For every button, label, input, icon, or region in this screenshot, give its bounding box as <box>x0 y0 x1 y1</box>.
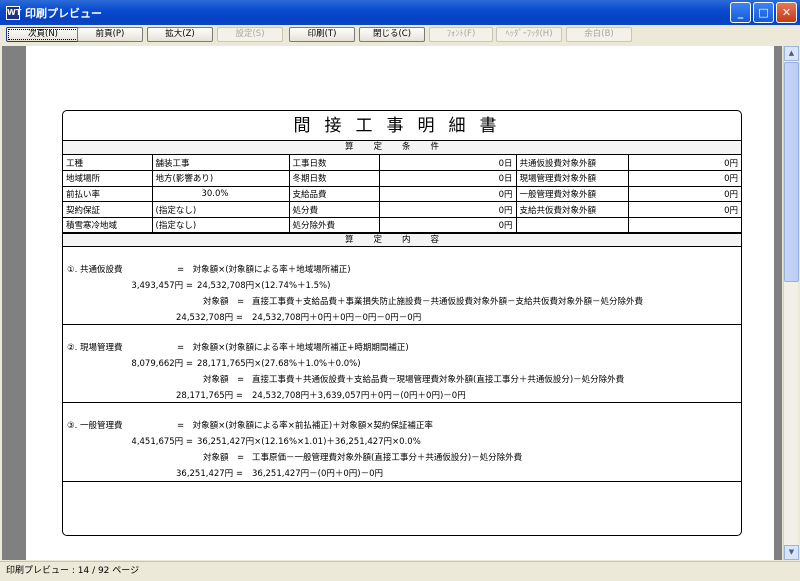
base-formula: 直接工事費＋支給品費＋事業損失防止施設費－共通仮設費対象外額－支給共仮費対象外額… <box>252 297 644 308</box>
font-button[interactable]: ﾌｫﾝﾄ(F) <box>429 27 493 42</box>
window-controls: _ □ ✕ <box>730 2 797 23</box>
app-icon: WT <box>6 5 21 20</box>
base-amount: 28,171,765円 = <box>176 391 243 402</box>
table-cell: 契約保証 <box>63 201 153 218</box>
calc-substituted: 24,532,708円×(12.74%＋1.5%) <box>197 281 331 292</box>
table-cell: 舗装工事 <box>152 155 290 172</box>
detail-sheet: 間接工事明細書 算定条件 工種 舗装工事 工事日数 0日 共通仮設費対象外額 0円 地域場所… <box>62 110 742 536</box>
calc-amount: 3,493,457円 = <box>131 281 193 292</box>
base-values: 36,251,427円－(0円＋0円)－0円 <box>252 469 384 480</box>
base-label: 対象額 = <box>203 453 245 464</box>
table-cell: 0円 <box>379 201 517 218</box>
minimize-icon[interactable]: _ <box>730 2 751 23</box>
table-cell <box>516 217 629 234</box>
preview-viewport[interactable]: 間接工事明細書 算定条件 工種 舗装工事 工事日数 0日 共通仮設費対象外額 0円 地域場所… <box>2 46 782 560</box>
table-cell: 共通仮設費対象外額 <box>516 155 629 172</box>
page-title: 間接工事明細書 <box>63 111 741 141</box>
table-cell: (指定なし) <box>152 217 290 234</box>
base-amount: 36,251,427円 = <box>176 469 243 480</box>
calc-amount: 8,079,662円 = <box>131 359 193 370</box>
preview-page: 間接工事明細書 算定条件 工種 舗装工事 工事日数 0日 共通仮設費対象外額 0円 地域場所… <box>26 46 774 560</box>
table-cell: 0日 <box>379 155 517 172</box>
base-formula: 直接工事費＋共通仮設費＋支給品費－現場管理費対象外額(直接工事分＋共通仮設分)－… <box>252 375 625 386</box>
calc-label: ①. 共通仮設費 <box>67 265 123 276</box>
calc-substituted: 36,251,427円×(12.16%×1.01)＋36,251,427円×0.… <box>197 437 421 448</box>
toolbar: 次頁(N) 前頁(P) 拡大(Z) 設定(S) 印刷(T) 閉じる(C) ﾌｫﾝ… <box>0 25 800 45</box>
base-values: 24,532,708円＋3,639,057円＋0円－(0円＋0円)－0円 <box>252 391 466 402</box>
print-button[interactable]: 印刷(T) <box>289 27 355 42</box>
table-cell: 0円 <box>379 186 517 203</box>
table-cell: 前払い率 <box>63 186 153 203</box>
base-label: 対象額 = <box>203 375 245 386</box>
conditions-table: 工種 舗装工事 工事日数 0日 共通仮設費対象外額 0円 地域場所 地方(影響あり) 冬期日数 0… <box>63 155 741 234</box>
close-button[interactable]: 閉じる(C) <box>359 27 425 42</box>
scroll-down-icon[interactable]: ▼ <box>784 545 799 560</box>
scroll-up-icon[interactable]: ▲ <box>784 46 799 61</box>
table-cell: 0円 <box>628 155 741 172</box>
table-row: 工種 舗装工事 工事日数 0日 共通仮設費対象外額 0円 <box>63 155 741 172</box>
window-title: 印刷プレビュー <box>25 6 102 20</box>
calc-formula: = 対象額×(対象額による率＋地域場所補正) <box>177 265 351 276</box>
calc-label: ③. 一般管理費 <box>67 421 123 432</box>
calc-block: ①. 共通仮設費 = 対象額×(対象額による率＋地域場所補正) 3,493,457円… <box>63 247 741 326</box>
vertical-scrollbar[interactable]: ▲ ▼ <box>783 46 799 560</box>
table-cell: 30.0% <box>152 186 290 203</box>
calc-amount: 4,451,675円 = <box>131 437 193 448</box>
scroll-thumb[interactable] <box>784 62 799 282</box>
maximize-icon[interactable]: □ <box>753 2 774 23</box>
table-cell: 地域場所 <box>63 170 153 187</box>
table-cell: 0円 <box>628 170 741 187</box>
contents-header: 算定内容 <box>63 233 741 248</box>
settings-button[interactable]: 設定(S) <box>217 27 283 42</box>
table-row: 積雪寒冷地域 (指定なし) 処分除外費 0円 <box>63 217 741 234</box>
status-bar: 印刷プレビュー : 14 / 92 ページ <box>0 561 800 581</box>
table-cell: 支給共仮費対象外額 <box>516 201 629 218</box>
calc-block: ②. 現場管理費 = 対象額×(対象額による率＋地域場所補正+時期期間補正) 8,0… <box>63 325 741 404</box>
margin-button[interactable]: 余白(B) <box>566 27 632 42</box>
table-cell: 支給品費 <box>289 186 380 203</box>
table-cell: 0円 <box>628 201 741 218</box>
table-cell: 0円 <box>379 217 517 234</box>
title-bar[interactable]: WT 印刷プレビュー _ □ ✕ <box>0 0 800 25</box>
base-label: 対象額 = <box>203 297 245 308</box>
close-icon[interactable]: ✕ <box>776 2 797 23</box>
table-row: 地域場所 地方(影響あり) 冬期日数 0日 現場管理費対象外額 0円 <box>63 170 741 187</box>
calc-block: ③. 一般管理費 = 対象額×(対象額による率×前払補正)＋対象額×契約保証補正率… <box>63 403 741 483</box>
base-amount: 24,532,708円 = <box>176 313 243 324</box>
table-cell: 0円 <box>628 186 741 203</box>
conditions-header: 算定条件 <box>63 141 741 155</box>
table-cell: 0日 <box>379 170 517 187</box>
table-row: 前払い率 30.0% 支給品費 0円 一般管理費対象外額 0円 <box>63 186 741 203</box>
calc-formula: = 対象額×(対象額による率×前払補正)＋対象額×契約保証補正率 <box>177 421 433 432</box>
calc-label: ②. 現場管理費 <box>67 343 123 354</box>
calc-formula: = 対象額×(対象額による率＋地域場所補正+時期期間補正) <box>177 343 409 354</box>
table-cell: 一般管理費対象外額 <box>516 186 629 203</box>
calculation-area: ①. 共通仮設費 = 対象額×(対象額による率＋地域場所補正) 3,493,457円… <box>63 247 741 483</box>
calc-substituted: 28,171,765円×(27.68%＋1.0%＋0.0%) <box>197 359 361 370</box>
print-preview-window: WT 印刷プレビュー _ □ ✕ 次頁(N) 前頁(P) 拡大(Z) 設定(S)… <box>0 0 800 581</box>
table-cell: 冬期日数 <box>289 170 380 187</box>
table-cell <box>628 217 741 234</box>
table-cell: 現場管理費対象外額 <box>516 170 629 187</box>
table-cell: 処分費 <box>289 201 380 218</box>
table-row: 契約保証 (指定なし) 処分費 0円 支給共仮費対象外額 0円 <box>63 201 741 218</box>
table-cell: 処分除外費 <box>289 217 380 234</box>
header-footer-button[interactable]: ﾍｯﾀﾞｰﾌｯﾀ(H) <box>496 27 562 42</box>
prev-page-button[interactable]: 前頁(P) <box>77 27 143 42</box>
base-values: 24,532,708円＋0円＋0円－0円－0円－0円 <box>252 313 422 324</box>
next-page-button[interactable]: 次頁(N) <box>6 27 80 42</box>
zoom-button[interactable]: 拡大(Z) <box>147 27 213 42</box>
table-cell: 地方(影響あり) <box>152 170 290 187</box>
table-cell: 工事日数 <box>289 155 380 172</box>
table-cell: 工種 <box>63 155 153 172</box>
table-cell: 積雪寒冷地域 <box>63 217 153 234</box>
base-formula: 工事原価－一般管理費対象外額(直接工事分＋共通仮設分)－処分除外費 <box>252 453 523 464</box>
table-cell: (指定なし) <box>152 201 290 218</box>
